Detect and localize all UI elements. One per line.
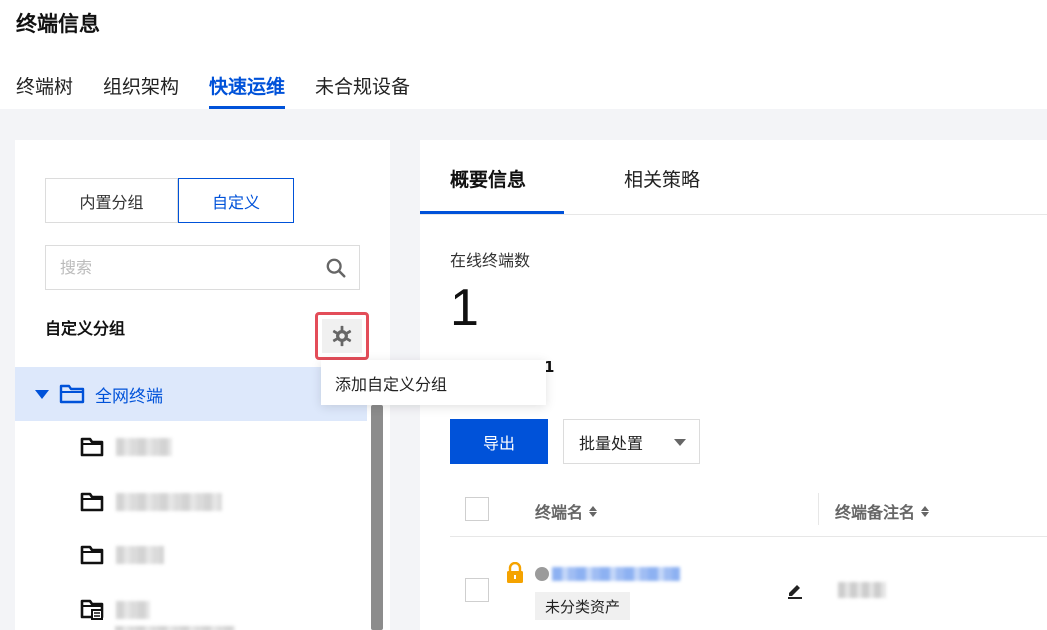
column-divider <box>818 493 819 525</box>
tab-overview[interactable]: 概要信息 <box>450 165 526 192</box>
tree-root-all-terminals[interactable]: 全网终端 <box>15 367 367 421</box>
folder-shared-icon <box>80 599 104 620</box>
folder-icon <box>80 437 104 457</box>
column-terminal-name-label: 终端名 <box>535 503 584 522</box>
gear-icon <box>332 325 352 347</box>
dropdown-arrow-icon <box>674 439 686 446</box>
export-button[interactable]: 导出 <box>450 419 548 464</box>
blurred-group-name <box>116 438 172 456</box>
page-title: 终端信息 <box>16 12 100 36</box>
custom-group-button[interactable]: 自定义 <box>178 178 294 223</box>
edit-icon[interactable] <box>785 580 805 600</box>
sort-icon[interactable] <box>589 505 598 517</box>
select-all-checkbox[interactable] <box>465 497 489 521</box>
offline-status-dot <box>535 567 549 581</box>
caret-down-icon[interactable] <box>35 389 49 399</box>
sort-icon[interactable] <box>921 505 930 517</box>
row-divider <box>450 536 1047 537</box>
blurred-group-name <box>116 493 222 511</box>
column-terminal-name[interactable]: 终端名 <box>535 499 598 523</box>
search-icon[interactable] <box>325 257 347 279</box>
tree-root-label: 全网终端 <box>95 386 163 407</box>
asset-category-tag: 未分类资产 <box>535 592 631 620</box>
builtin-group-button[interactable]: 内置分组 <box>45 178 178 223</box>
group-settings-button[interactable] <box>315 312 369 360</box>
tree-scrollbar[interactable] <box>371 405 383 630</box>
folder-icon <box>80 492 104 512</box>
top-tabs: 终端树 组织架构 快速运维 未合规设备 <box>16 72 440 109</box>
batch-action-label: 批量处置 <box>579 433 644 453</box>
online-terminals-count: 1 <box>450 279 479 337</box>
lock-icon <box>507 562 523 583</box>
blurred-terminal-remark <box>838 582 886 598</box>
tab-org-structure[interactable]: 组织架构 <box>103 72 179 109</box>
tab-related-policies[interactable]: 相关策略 <box>624 165 700 192</box>
blurred-text-fragment <box>115 626 235 630</box>
blurred-group-name <box>116 601 150 619</box>
tab-quick-ops[interactable]: 快速运维 <box>209 72 286 109</box>
detail-tabs: 概要信息 相关策略 <box>420 140 1047 215</box>
tree-node[interactable] <box>80 487 280 517</box>
custom-group-title: 自定义分组 <box>45 319 126 338</box>
search-input[interactable] <box>60 258 310 277</box>
batch-action-select[interactable]: 批量处置 <box>563 419 700 464</box>
table-header: 终端名 终端备注名 <box>450 485 1047 533</box>
tree-node[interactable] <box>80 432 280 462</box>
folder-open-icon <box>59 384 85 404</box>
tree-node[interactable] <box>80 540 280 570</box>
blurred-terminal-name-link[interactable] <box>552 567 680 581</box>
blurred-group-name <box>116 546 164 564</box>
row-checkbox[interactable] <box>465 578 489 602</box>
search-box <box>45 245 360 290</box>
tab-noncompliant-devices[interactable]: 未合规设备 <box>315 72 410 109</box>
column-terminal-remark[interactable]: 终端备注名 <box>835 499 930 523</box>
tree-node[interactable] <box>80 595 280 625</box>
column-terminal-remark-label: 终端备注名 <box>835 503 916 522</box>
folder-icon <box>80 545 104 565</box>
active-tab-underline <box>420 211 564 214</box>
gear-button-face <box>322 319 362 353</box>
header: 终端信息 终端树 组织架构 快速运维 未合规设备 <box>0 0 1047 109</box>
group-type-toggle: 内置分组 自定义 <box>45 178 294 223</box>
online-terminals-label: 在线终端数 <box>450 251 531 270</box>
add-custom-group-tooltip[interactable]: 添加自定义分组 <box>321 360 546 405</box>
tab-terminal-tree[interactable]: 终端树 <box>16 72 73 109</box>
